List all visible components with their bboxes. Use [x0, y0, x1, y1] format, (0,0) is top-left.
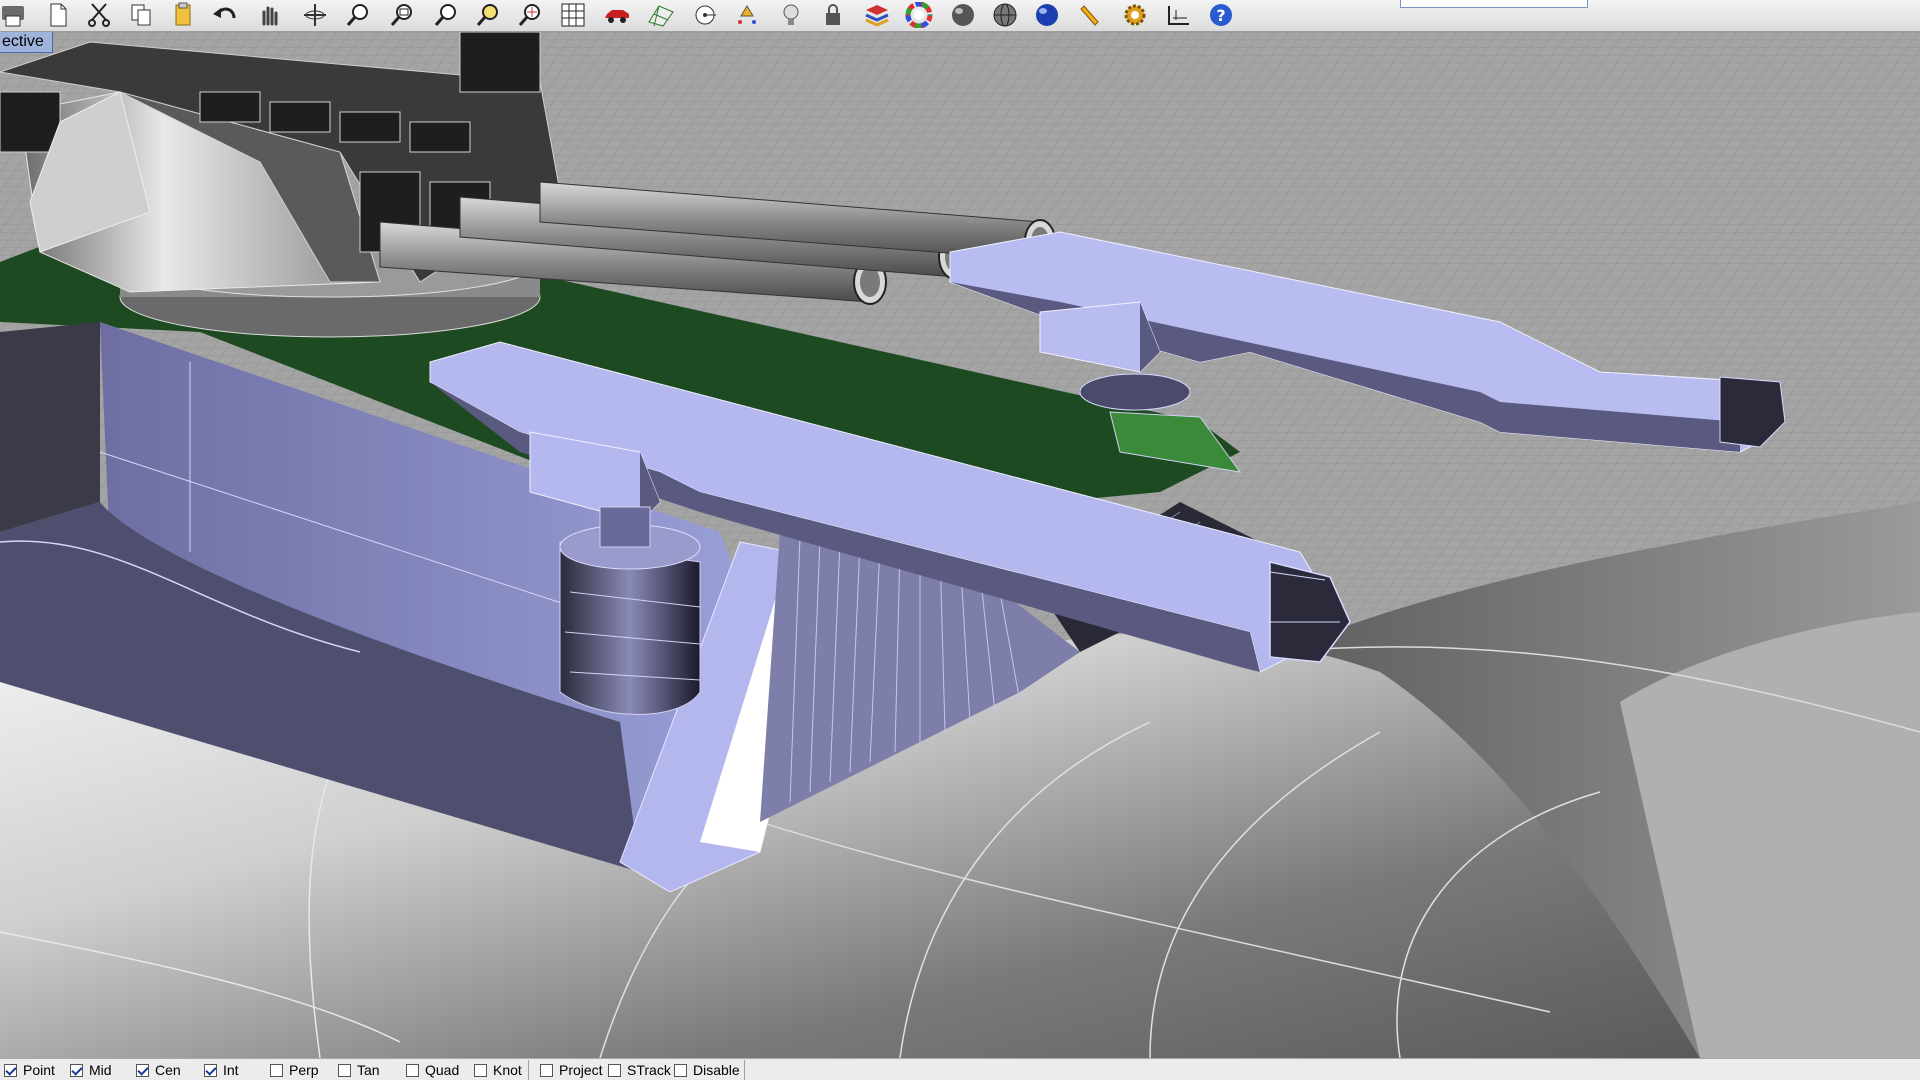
viewport-title-label[interactable]: ective — [0, 32, 53, 53]
osnap-tan-label: Tan — [357, 1062, 380, 1078]
model-scene — [0, 32, 1920, 1058]
osnap-tan[interactable]: Tan — [338, 1061, 380, 1079]
project-checkbox[interactable] — [540, 1063, 553, 1077]
shaded-sphere-icon[interactable] — [944, 1, 982, 29]
osnap-perp[interactable]: Perp — [270, 1061, 319, 1079]
mesh-grid-icon[interactable] — [642, 1, 680, 29]
svg-text:?: ? — [1216, 6, 1225, 25]
main-toolbar: ? — [0, 0, 1920, 32]
render-sphere-icon[interactable] — [1028, 1, 1066, 29]
layers-icon[interactable] — [858, 1, 896, 29]
zoom-dynamic-icon[interactable] — [340, 1, 378, 29]
lock-icon[interactable] — [814, 1, 852, 29]
disable-toggle[interactable]: Disable — [674, 1061, 740, 1079]
osnap-cen-checkbox[interactable] — [136, 1063, 149, 1077]
osnap-cen[interactable]: Cen — [136, 1061, 181, 1079]
rotate-view-icon[interactable] — [296, 1, 334, 29]
osnap-quad-label: Quad — [425, 1062, 460, 1078]
pan-icon[interactable] — [250, 1, 288, 29]
osnap-point[interactable]: Point — [4, 1061, 55, 1079]
osnap-tan-checkbox[interactable] — [338, 1063, 351, 1077]
zoom-target-icon[interactable] — [512, 1, 550, 29]
cut-icon[interactable] — [80, 1, 118, 29]
osnap-statusbar: Point Mid Cen Int Perp Tan Quad Knot Pro… — [0, 1058, 1920, 1080]
osnap-knot-label: Knot — [493, 1062, 522, 1078]
color-wheel-icon[interactable] — [900, 1, 938, 29]
osnap-int[interactable]: Int — [204, 1061, 239, 1079]
help-icon[interactable]: ? — [1202, 1, 1240, 29]
osnap-perp-label: Perp — [289, 1062, 319, 1078]
grid-icon[interactable] — [554, 1, 592, 29]
osnap-mid[interactable]: Mid — [70, 1061, 112, 1079]
osnap-quad-checkbox[interactable] — [406, 1063, 419, 1077]
perspective-viewport[interactable]: ective — [0, 32, 1920, 1058]
osnap-int-label: Int — [223, 1062, 239, 1078]
copy-icon[interactable] — [122, 1, 160, 29]
project-label: Project — [559, 1062, 603, 1078]
osnap-point-checkbox[interactable] — [4, 1063, 17, 1077]
project-toggle[interactable]: Project — [540, 1061, 603, 1079]
zoom-extents-icon[interactable] — [428, 1, 466, 29]
circle-point-icon[interactable] — [686, 1, 724, 29]
strack-checkbox[interactable] — [608, 1063, 621, 1077]
command-field[interactable] — [1400, 0, 1588, 8]
car-icon[interactable] — [598, 1, 636, 29]
osnap-point-label: Point — [23, 1062, 55, 1078]
strack-label: STrack — [627, 1062, 671, 1078]
dimension-icon[interactable] — [1160, 1, 1198, 29]
wire-sphere-icon[interactable] — [986, 1, 1024, 29]
osnap-mid-checkbox[interactable] — [70, 1063, 83, 1077]
disable-checkbox[interactable] — [674, 1063, 687, 1077]
print-icon[interactable] — [0, 1, 32, 29]
undo-icon[interactable] — [206, 1, 244, 29]
new-icon[interactable] — [38, 1, 76, 29]
paste-icon[interactable] — [164, 1, 202, 29]
zoom-window-icon[interactable] — [384, 1, 422, 29]
osnap-knot-checkbox[interactable] — [474, 1063, 487, 1077]
osnap-cen-label: Cen — [155, 1062, 181, 1078]
osnap-knot[interactable]: Knot — [474, 1061, 522, 1079]
lightbulb-icon[interactable] — [772, 1, 810, 29]
zoom-selected-icon[interactable] — [470, 1, 508, 29]
statusbar-divider — [744, 1060, 745, 1080]
osnap-int-checkbox[interactable] — [204, 1063, 217, 1077]
statusbar-divider — [528, 1060, 529, 1080]
strack-toggle[interactable]: STrack — [608, 1061, 671, 1079]
osnap-quad[interactable]: Quad — [406, 1061, 459, 1079]
gear-icon[interactable] — [1116, 1, 1154, 29]
osnap-mid-label: Mid — [89, 1062, 112, 1078]
disable-label: Disable — [693, 1062, 740, 1078]
osnap-perp-checkbox[interactable] — [270, 1063, 283, 1077]
point-cloud-icon[interactable] — [728, 1, 766, 29]
pen-icon[interactable] — [1072, 1, 1110, 29]
